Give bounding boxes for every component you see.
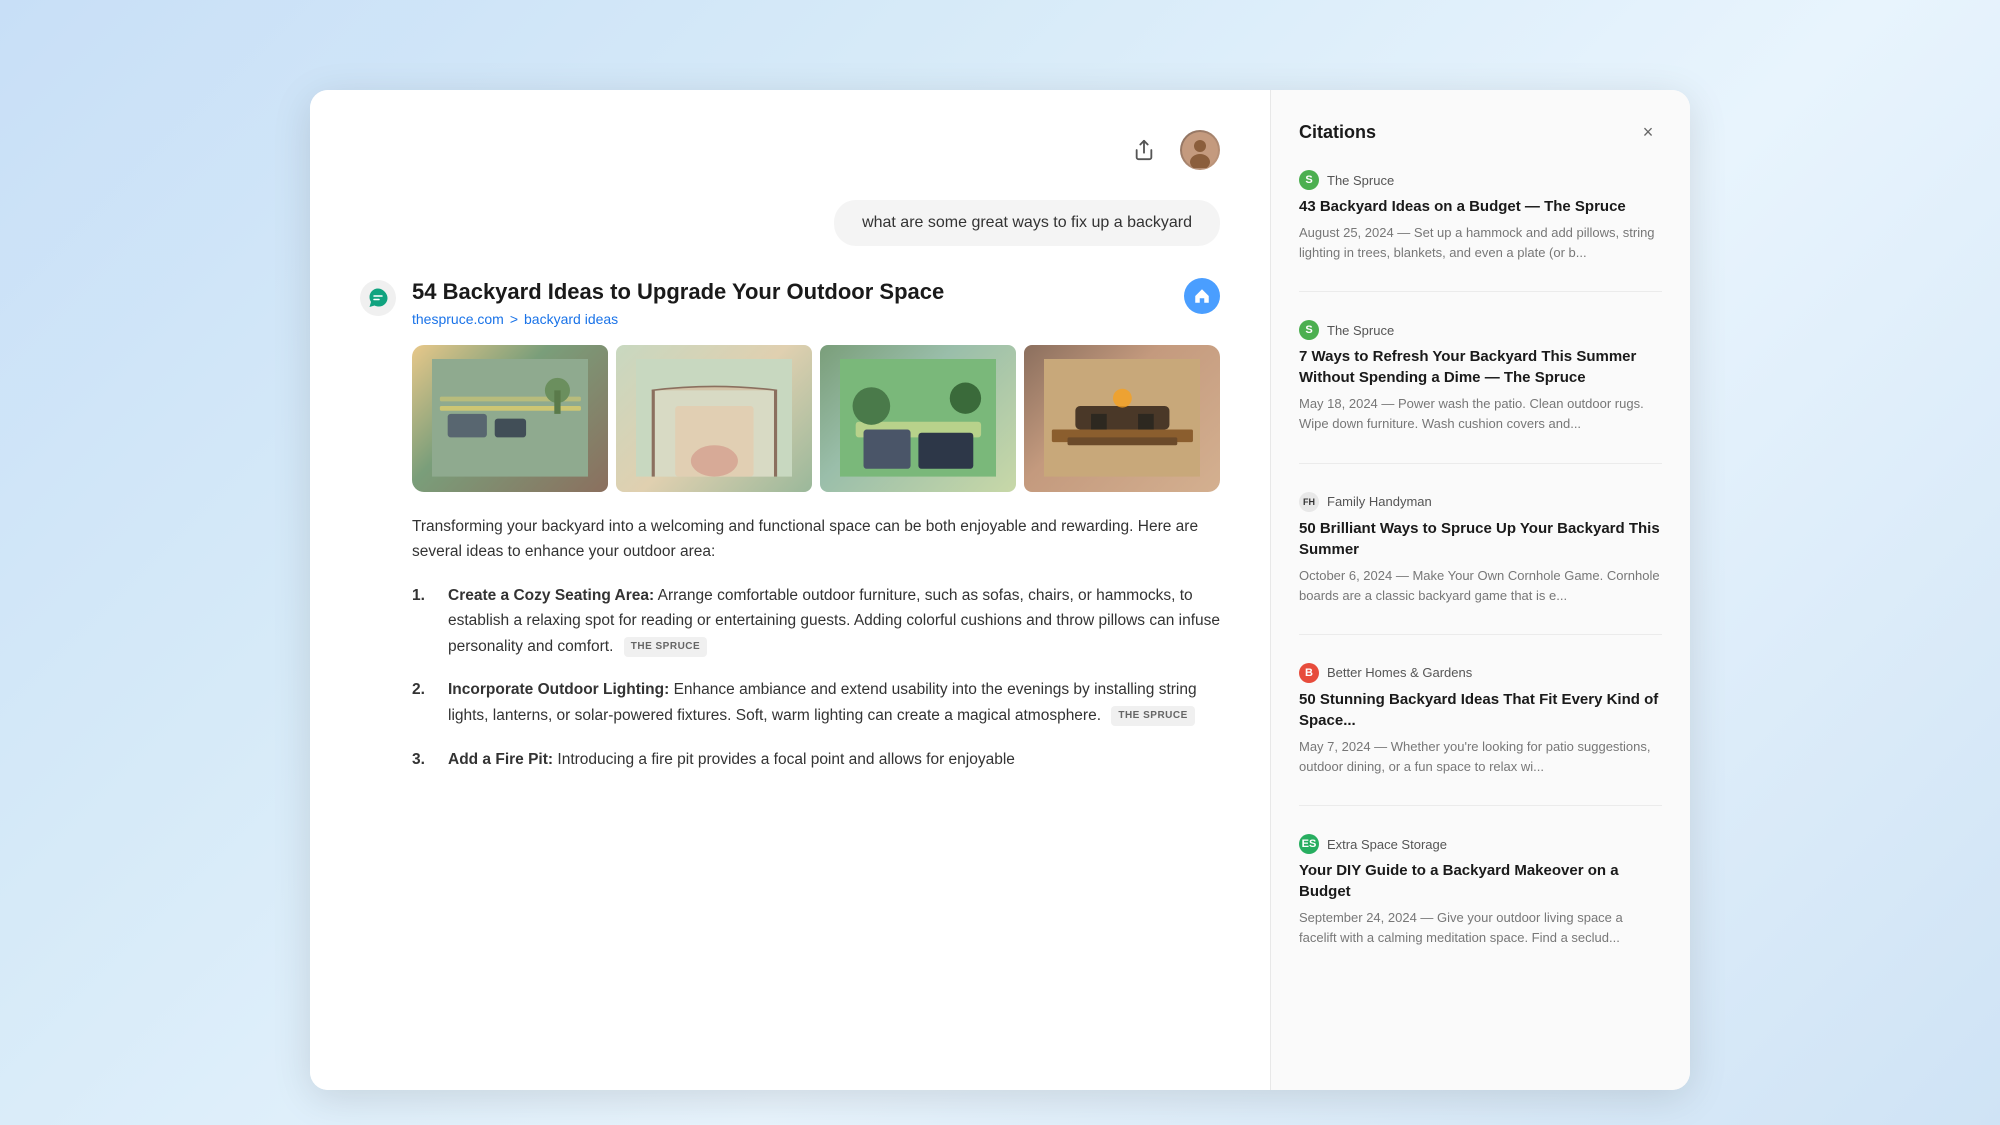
source-name: The Spruce [1327,173,1394,188]
citation-snippet: October 6, 2024 — Make Your Own Cornhole… [1299,566,1662,606]
citation-item-5[interactable]: ES Extra Space Storage Your DIY Guide to… [1299,834,1662,976]
response-content: 54 Backyard Ideas to Upgrade Your Outdoo… [412,278,1220,790]
citations-panel: Citations × S The Spruce 43 Backyard Ide… [1270,90,1690,1090]
list-number-2: 2. [412,677,436,728]
list-content-2: Incorporate Outdoor Lighting: Enhance am… [448,677,1220,728]
backyard-image-2[interactable] [616,345,812,492]
citations-header: Citations × [1299,118,1662,146]
source-name: Extra Space Storage [1327,837,1447,852]
citation-snippet: August 25, 2024 — Set up a hammock and a… [1299,223,1662,263]
source-name: The Spruce [1327,323,1394,338]
list-bold-1: Create a Cozy Seating Area: [448,587,654,604]
breadcrumb-site[interactable]: thespruce.com [412,311,504,327]
list-section: 1. Create a Cozy Seating Area: Arrange c… [412,583,1220,772]
breadcrumb: thespruce.com > backyard ideas [412,311,1220,327]
main-container: what are some great ways to fix up a bac… [310,90,1690,1090]
source-icon: S [1299,320,1319,340]
source-name: Better Homes & Gardens [1327,665,1472,680]
citation-item-3[interactable]: FH Family Handyman 50 Brilliant Ways to … [1299,492,1662,635]
source-badge-2[interactable]: THE SPRUCE [1111,706,1194,727]
citation-snippet: May 18, 2024 — Power wash the patio. Cle… [1299,394,1662,434]
citations-title: Citations [1299,122,1376,143]
result-title: 54 Backyard Ideas to Upgrade Your Outdoo… [412,278,1220,307]
list-item-2: 2. Incorporate Outdoor Lighting: Enhance… [412,677,1220,728]
list-item-3: 3. Add a Fire Pit: Introducing a fire pi… [412,747,1220,773]
citation-source-row: ES Extra Space Storage [1299,834,1662,854]
list-text-3: Introducing a fire pit provides a focal … [557,751,1015,768]
citation-title[interactable]: 50 Brilliant Ways to Spruce Up Your Back… [1299,518,1662,560]
source-icon: ES [1299,834,1319,854]
response-section: 54 Backyard Ideas to Upgrade Your Outdoo… [360,278,1220,790]
citation-title[interactable]: 43 Backyard Ideas on a Budget — The Spru… [1299,196,1662,217]
bookmark-button[interactable] [1184,278,1220,314]
citation-title[interactable]: 7 Ways to Refresh Your Backyard This Sum… [1299,346,1662,388]
list-number-3: 3. [412,747,436,773]
list-content-1: Create a Cozy Seating Area: Arrange comf… [448,583,1220,660]
citation-snippet: May 7, 2024 — Whether you're looking for… [1299,737,1662,777]
source-name: Family Handyman [1327,494,1432,509]
list-bold-2: Incorporate Outdoor Lighting: [448,681,669,698]
source-icon: S [1299,170,1319,190]
list-bold-3: Add a Fire Pit: [448,751,553,768]
citations-list: S The Spruce 43 Backyard Ideas on a Budg… [1299,170,1662,976]
intro-text: Transforming your backyard into a welcom… [412,514,1220,565]
top-bar [360,130,1220,170]
close-button[interactable]: × [1634,118,1662,146]
citation-source-row: S The Spruce [1299,170,1662,190]
citation-item-4[interactable]: B Better Homes & Gardens 50 Stunning Bac… [1299,663,1662,806]
backyard-image-3[interactable] [820,345,1016,492]
citation-item-2[interactable]: S The Spruce 7 Ways to Refresh Your Back… [1299,320,1662,463]
backyard-image-4[interactable] [1024,345,1220,492]
citation-item-1[interactable]: S The Spruce 43 Backyard Ideas on a Budg… [1299,170,1662,292]
citation-source-row: S The Spruce [1299,320,1662,340]
list-number-1: 1. [412,583,436,660]
citation-source-row: B Better Homes & Gardens [1299,663,1662,683]
share-button[interactable] [1124,130,1164,170]
user-message: what are some great ways to fix up a bac… [834,200,1220,246]
source-icon: FH [1299,492,1319,512]
avatar [1180,130,1220,170]
citation-title[interactable]: Your DIY Guide to a Backyard Makeover on… [1299,860,1662,902]
citation-title[interactable]: 50 Stunning Backyard Ideas That Fit Ever… [1299,689,1662,731]
list-item-1: 1. Create a Cozy Seating Area: Arrange c… [412,583,1220,660]
left-panel: what are some great ways to fix up a bac… [310,90,1270,1090]
list-content-3: Add a Fire Pit: Introducing a fire pit p… [448,747,1015,773]
breadcrumb-arrow: > [510,311,518,327]
source-badge-1[interactable]: THE SPRUCE [624,637,707,658]
backyard-image-1[interactable] [412,345,608,492]
chatgpt-icon [360,280,396,316]
source-icon: B [1299,663,1319,683]
citation-snippet: September 24, 2024 — Give your outdoor l… [1299,908,1662,948]
citation-source-row: FH Family Handyman [1299,492,1662,512]
images-row [412,345,1220,492]
breadcrumb-path[interactable]: backyard ideas [524,311,618,327]
